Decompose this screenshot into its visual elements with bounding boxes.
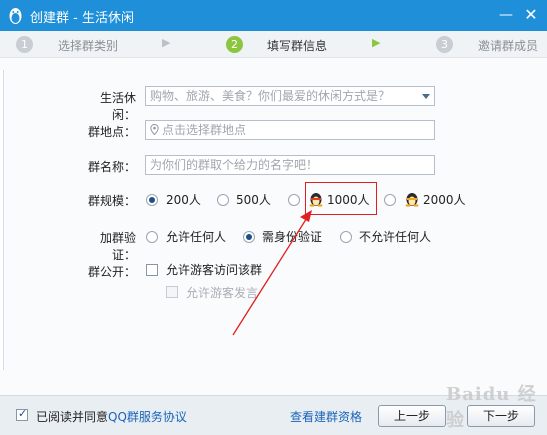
size-200-label[interactable]: 200人 xyxy=(166,192,201,208)
size-label: 群规模： xyxy=(87,194,136,208)
chevron-down-icon xyxy=(422,94,430,99)
location-field[interactable]: 点击选择群地点 xyxy=(145,120,435,140)
verify-none-radio[interactable] xyxy=(340,231,352,243)
size-500-radio[interactable] xyxy=(217,194,229,206)
size-2000-radio[interactable] xyxy=(384,194,396,206)
wizard-steps: 1 选择群类别 ▶ 2 填写群信息 ▶ 3 邀请群成员 xyxy=(0,31,547,58)
public-label: 群公开： xyxy=(87,265,136,279)
step-3-label: 邀请群成员 xyxy=(478,39,539,53)
step-arrow-icon: ▶ xyxy=(162,36,171,49)
group-name-placeholder: 为你们的群取个给力的名字吧！ xyxy=(150,158,319,172)
qualification-link[interactable]: 查看建群资格 xyxy=(290,408,362,425)
verify-anyone-label[interactable]: 允许任何人 xyxy=(166,229,226,245)
prev-button[interactable]: 上一步 xyxy=(378,405,446,427)
size-500-label[interactable]: 500人 xyxy=(236,192,271,208)
allow-visitors-label[interactable]: 允许游客访问该群 xyxy=(166,262,262,278)
allow-visitor-speech-label: 允许游客发言 xyxy=(186,286,259,300)
window-title: 创建群 - 生活休闲 xyxy=(30,11,134,26)
step-1-label: 选择群类别 xyxy=(58,39,119,53)
location-pin-icon xyxy=(150,124,159,135)
category-select[interactable]: 购物、旅游、美食？你们最爱的休闲方式是？ xyxy=(145,86,435,106)
location-label: 群地点： xyxy=(87,125,136,139)
size-2000-label[interactable]: 2000人 xyxy=(423,192,466,208)
agree-prefix: 已阅读并同意 xyxy=(36,410,109,424)
allow-visitors-checkbox[interactable] xyxy=(146,264,158,276)
step-2-number: 2 xyxy=(226,36,243,53)
verify-none-label[interactable]: 不允许任何人 xyxy=(359,229,431,245)
step-2-label: 填写群信息 xyxy=(267,39,328,53)
verify-identity-label[interactable]: 需身份验证 xyxy=(262,229,322,245)
minimize-button[interactable]: — xyxy=(497,6,515,24)
watermark: Baidu 经验 xyxy=(446,384,537,431)
category-label: 生活休闲： xyxy=(99,91,136,122)
window-left-edge xyxy=(0,70,4,370)
step-1-number: 1 xyxy=(16,36,33,53)
qq-member-penguin-icon xyxy=(405,193,419,207)
highlight-box xyxy=(305,182,377,215)
service-agreement-link[interactable]: QQ群服务协议 xyxy=(108,410,187,424)
step-3-number: 3 xyxy=(436,36,453,53)
size-200-radio[interactable] xyxy=(146,194,158,206)
allow-visitor-speech-checkbox xyxy=(166,286,178,298)
group-name-input[interactable]: 为你们的群取个给力的名字吧！ xyxy=(145,155,435,175)
category-placeholder: 购物、旅游、美食？你们最爱的休闲方式是？ xyxy=(150,89,391,103)
agree-text: 已阅读并同意QQ群服务协议 xyxy=(36,408,187,425)
name-label: 群名称： xyxy=(87,160,136,174)
size-1000-radio[interactable] xyxy=(288,194,300,206)
agree-checkbox[interactable] xyxy=(16,407,28,421)
qq-penguin-icon xyxy=(9,8,22,24)
verify-identity-radio[interactable] xyxy=(243,231,255,243)
verify-anyone-radio[interactable] xyxy=(146,231,158,243)
close-button[interactable]: ✕ xyxy=(522,6,540,24)
location-placeholder: 点击选择群地点 xyxy=(162,123,247,137)
verify-label: 加群验证： xyxy=(99,231,136,262)
title-bar: 创建群 - 生活休闲 — ✕ xyxy=(0,0,547,31)
step-arrow-icon: ▶ xyxy=(372,36,381,49)
